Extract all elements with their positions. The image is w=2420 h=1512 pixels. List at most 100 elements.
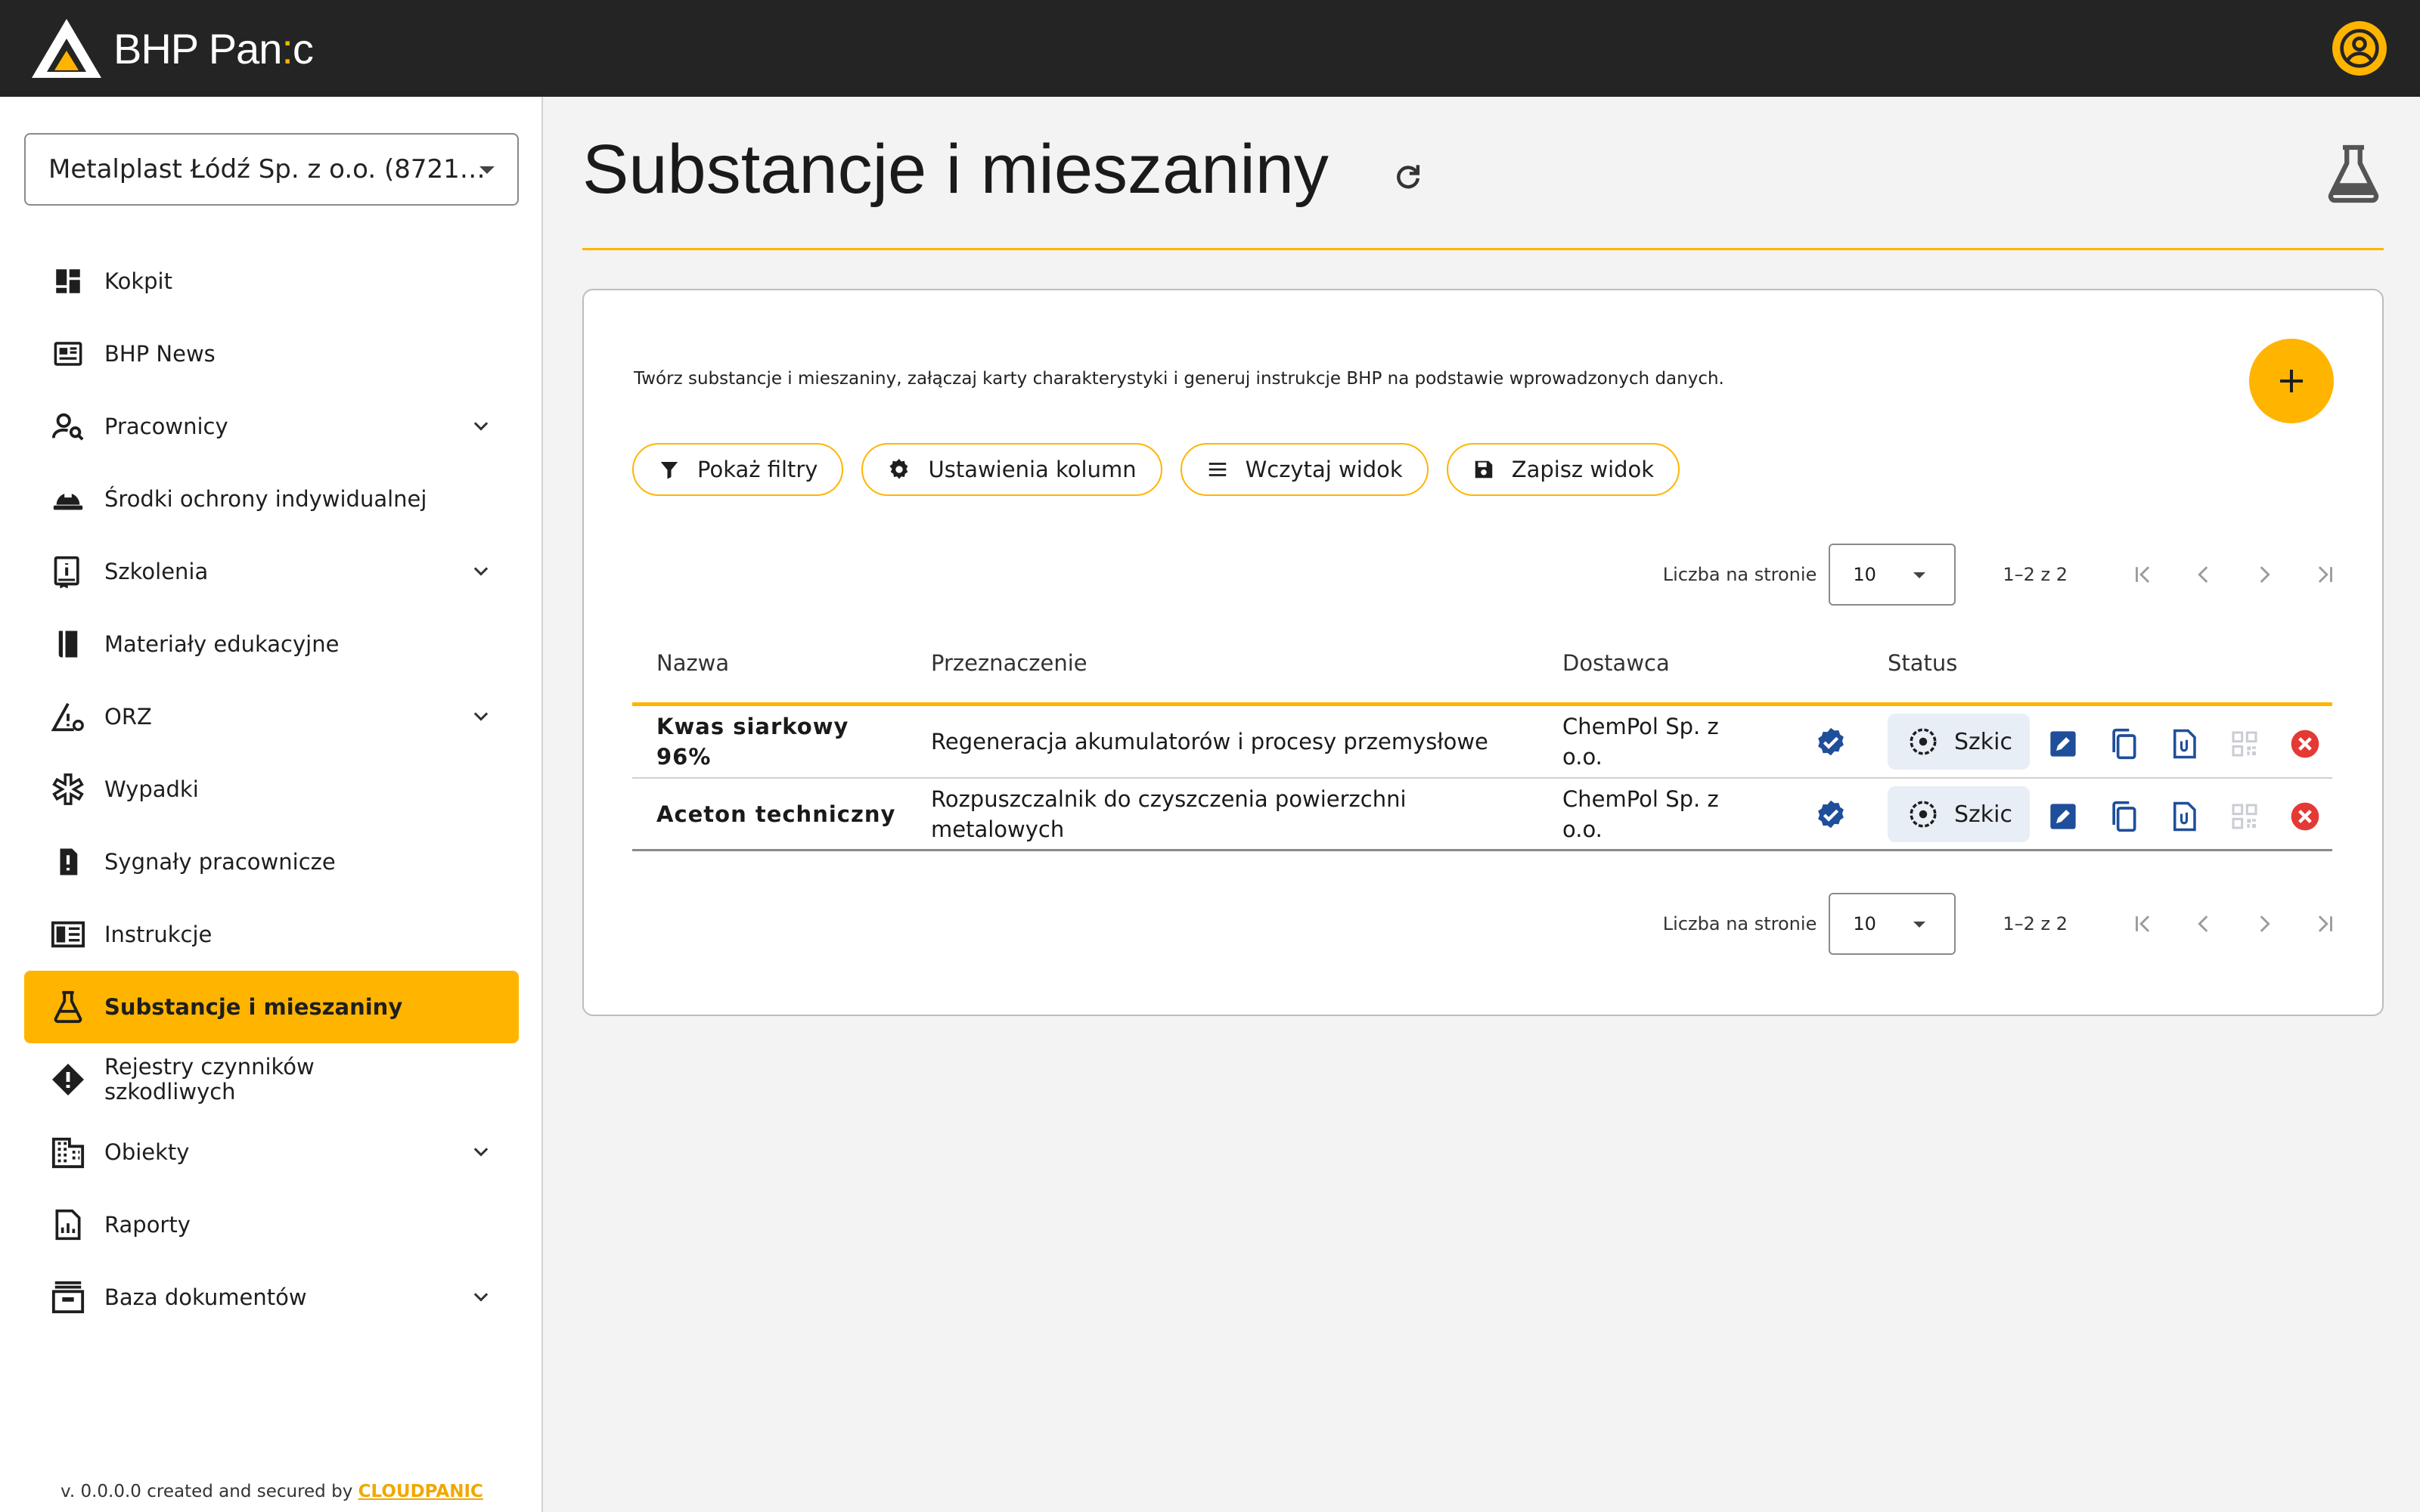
copy-button[interactable] [2105, 798, 2142, 835]
sidebar-item-label: Pracownicy [104, 413, 228, 439]
column-settings-button[interactable]: Ustawienia kolumn [861, 443, 1162, 496]
save-view-button[interactable]: Zapisz widok [1446, 443, 1680, 496]
sidebar-item-label: Substancje i mieszaniny [104, 993, 403, 1020]
rows-per-page-select[interactable]: 10 [1829, 893, 1956, 955]
last-page-icon [2318, 566, 2332, 583]
edit-icon [2050, 731, 2076, 757]
sidebar-item-kokpit[interactable]: Kokpit [24, 245, 519, 318]
first-page-button[interactable] [2113, 544, 2173, 605]
filter-icon [658, 458, 681, 481]
last-page-button[interactable] [2294, 544, 2355, 605]
prev-page-button[interactable] [2173, 894, 2234, 954]
refresh-button[interactable] [1392, 160, 1425, 197]
sidebar-item-sygnaly[interactable]: Sygnały pracownicze [24, 826, 519, 898]
sidebar-item-label: Kokpit [104, 268, 172, 294]
rows-per-page-select[interactable]: 10 [1829, 544, 1956, 606]
prev-page-button[interactable] [2173, 544, 2234, 605]
qr-code-button[interactable] [2226, 726, 2263, 762]
cloudpanic-link[interactable]: CLOUDPANIC [358, 1482, 483, 1501]
last-page-icon [2318, 916, 2332, 932]
delete-button[interactable] [2287, 726, 2323, 762]
next-page-button[interactable] [2234, 544, 2294, 605]
book-icon [50, 626, 86, 662]
risk-warning-icon [50, 699, 86, 735]
sidebar-item-wypadki[interactable]: Wypadki [24, 753, 519, 826]
sidebar-item-baza-dokumentow[interactable]: Baza dokumentów [24, 1261, 519, 1334]
sidebar-item-obiekty[interactable]: Obiekty [24, 1116, 519, 1188]
plus-icon [2280, 370, 2303, 392]
table-row[interactable]: Kwas siarkowy 96% Regeneracja akumulator… [632, 706, 2332, 779]
instructions-icon [50, 916, 86, 953]
chevron-down-icon[interactable] [470, 416, 492, 437]
verified-badge-icon [1813, 798, 1848, 838]
sidebar-item-raporty[interactable]: Raporty [24, 1188, 519, 1261]
load-view-button[interactable]: Wczytaj widok [1180, 443, 1429, 496]
rows-per-page-value: 10 [1853, 913, 1876, 934]
page-range: 1–2 z 2 [2003, 913, 2068, 934]
sidebar-item-label: Rejestry czynników szkodliwych [104, 1054, 315, 1105]
training-book-icon [50, 553, 86, 590]
chevron-down-icon[interactable] [470, 1142, 492, 1163]
logo-triangle-icon [32, 19, 101, 78]
verified-badge-icon [1813, 726, 1848, 766]
sidebar-item-label: Sygnały pracownicze [104, 848, 336, 875]
sidebar-item-substancje[interactable]: Substancje i mieszaniny [24, 971, 519, 1043]
sidebar-item-orz[interactable]: ORZ [24, 680, 519, 753]
delete-button[interactable] [2287, 798, 2323, 835]
qr-code-button[interactable] [2226, 798, 2263, 835]
version-footer: v. 0.0.0.0 created and secured by CLOUDP… [60, 1482, 483, 1501]
news-icon [50, 336, 86, 372]
next-page-button[interactable] [2234, 894, 2294, 954]
rows-per-page-label: Liczba na stronie [1662, 564, 1817, 585]
column-header-supplier[interactable]: Dostawca [1562, 650, 1670, 676]
chevron-down-icon[interactable] [470, 561, 492, 582]
rows-per-page-label: Liczba na stronie [1662, 913, 1817, 934]
sidebar-item-materialy[interactable]: Materiały edukacyjne [24, 608, 519, 680]
show-filters-button[interactable]: Pokaż filtry [632, 443, 844, 496]
chevron-down-icon[interactable] [470, 1287, 492, 1308]
edit-button[interactable] [2045, 726, 2081, 762]
company-select-value: Metalplast Łódź Sp. z o.o. (8721… [48, 154, 486, 184]
chevron-right-icon [2260, 566, 2270, 583]
sidebar-item-pracownicy[interactable]: Pracownicy [24, 390, 519, 463]
cell-supplier: ChemPol Sp. z o.o. [1562, 714, 1719, 770]
attachment-button[interactable] [2166, 798, 2202, 835]
chevron-right-icon [2260, 916, 2270, 932]
sidebar-item-rejestry[interactable]: Rejestry czynników szkodliwych [24, 1043, 519, 1116]
chevron-left-icon [2198, 566, 2208, 583]
sidebar-item-label: BHP News [104, 340, 216, 367]
list-icon [1206, 458, 1229, 481]
substances-table: Nazwa Przeznaczenie Dostawca Status Kwas… [632, 623, 2332, 851]
flask-icon [50, 989, 86, 1025]
column-header-name[interactable]: Nazwa [656, 650, 729, 676]
app-logo[interactable]: BHP Pan:c [29, 16, 314, 81]
cell-name: Kwas siarkowy 96% [656, 714, 849, 770]
chip-label: Ustawienia kolumn [928, 457, 1137, 482]
copy-button[interactable] [2105, 726, 2142, 762]
status-badge[interactable]: Szkic [1888, 714, 2030, 770]
save-icon [1472, 458, 1495, 481]
page-title: Substancje i mieszaniny [582, 131, 1329, 208]
sidebar-item-srodki-ochrony[interactable]: Środki ochrony indywidualnej [24, 463, 519, 535]
attachment-button[interactable] [2166, 726, 2202, 762]
qr-code-icon [2232, 804, 2257, 829]
first-page-button[interactable] [2113, 894, 2173, 954]
rows-per-page-value: 10 [1853, 564, 1876, 585]
add-substance-button[interactable] [2249, 339, 2334, 423]
edit-icon [2050, 804, 2076, 829]
user-account-button[interactable] [2332, 21, 2387, 76]
helmet-icon [50, 481, 86, 517]
company-select[interactable]: Metalplast Łódź Sp. z o.o. (8721… [24, 133, 519, 206]
table-row[interactable]: Aceton techniczny Rozpuszczalnik do czys… [632, 779, 2332, 851]
chevron-down-icon[interactable] [470, 706, 492, 727]
column-header-status[interactable]: Status [1888, 650, 1957, 676]
sidebar-item-szkolenia[interactable]: Szkolenia [24, 535, 519, 608]
draft-status-icon [1907, 798, 1939, 830]
column-header-purpose[interactable]: Przeznaczenie [931, 650, 1087, 676]
gear-icon [887, 457, 911, 482]
sidebar-item-bhp-news[interactable]: BHP News [24, 318, 519, 390]
last-page-button[interactable] [2294, 894, 2355, 954]
sidebar-item-instrukcje[interactable]: Instrukcje [24, 898, 519, 971]
status-badge[interactable]: Szkic [1888, 786, 2030, 842]
edit-button[interactable] [2045, 798, 2081, 835]
